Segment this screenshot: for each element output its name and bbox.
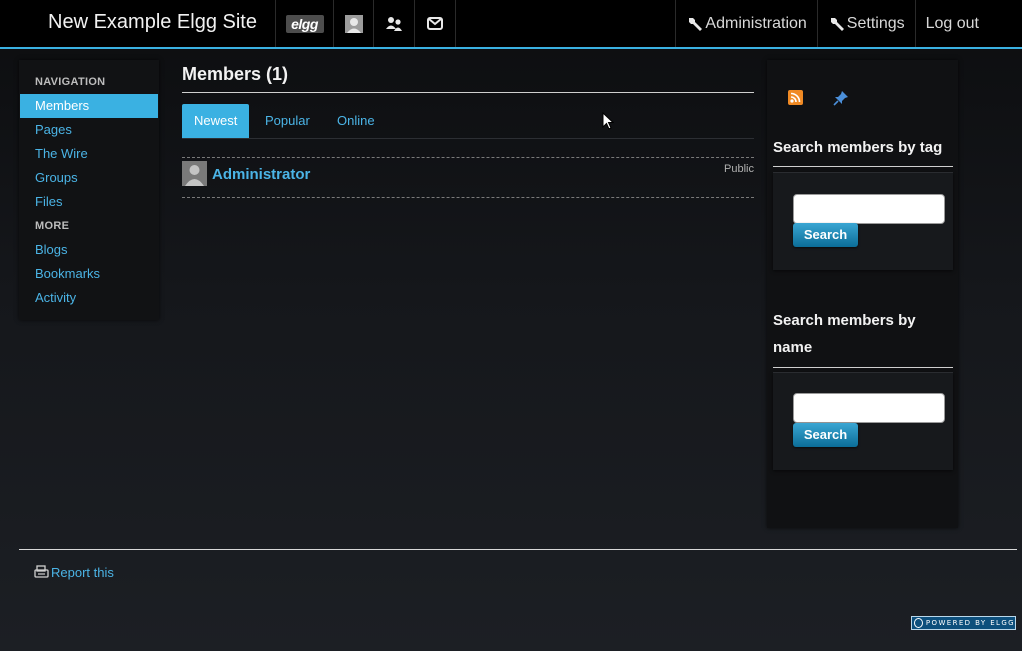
- topbar-left-menu: elgg: [275, 0, 456, 47]
- name-search-button[interactable]: Search: [793, 423, 858, 447]
- topbar-right-menu: Administration Settings Log out: [675, 0, 989, 47]
- settings-link[interactable]: Settings: [816, 0, 915, 47]
- sidebar-item-activity[interactable]: Activity: [20, 286, 158, 310]
- more-heading: MORE: [35, 220, 70, 232]
- sidebar-item-pages[interactable]: Pages: [20, 118, 158, 142]
- administration-label: Administration: [705, 14, 807, 32]
- user-silhouette-icon: [182, 161, 207, 186]
- tag-search-heading: Search members by tag: [773, 139, 943, 156]
- report-icon: [34, 565, 49, 578]
- members-tabs: Newest Popular Online: [182, 104, 754, 139]
- rss-icon: [788, 90, 803, 105]
- logout-link[interactable]: Log out: [914, 0, 989, 47]
- tab-popular[interactable]: Popular: [253, 104, 322, 138]
- elgg-badge-icon: [914, 618, 923, 628]
- elgg-logo-button[interactable]: elgg: [275, 0, 333, 47]
- navigation-heading: NAVIGATION: [35, 76, 106, 88]
- elgg-logo-icon: elgg: [285, 14, 324, 33]
- profile-button[interactable]: [333, 0, 373, 47]
- name-search-divider: [773, 367, 953, 368]
- rss-button[interactable]: [788, 90, 803, 110]
- friends-icon: [386, 16, 402, 31]
- powered-by-label: POWERED BY ELGG: [925, 619, 1015, 627]
- member-access-level: Public: [724, 163, 754, 175]
- wrench-icon: [830, 17, 844, 31]
- report-this-label: Report this: [51, 565, 114, 580]
- sidebar-item-blogs[interactable]: Blogs: [20, 238, 158, 262]
- tag-search-input[interactable]: [793, 194, 945, 224]
- sidebar-item-members[interactable]: Members: [20, 94, 158, 118]
- top-bar: New Example Elgg Site elgg Administratio…: [0, 0, 1022, 49]
- tab-newest[interactable]: Newest: [182, 104, 250, 138]
- tag-search-divider: [773, 166, 953, 167]
- sidebar-item-bookmarks[interactable]: Bookmarks: [20, 262, 158, 286]
- powered-by-elgg-badge[interactable]: POWERED BY ELGG: [911, 616, 1016, 630]
- name-search-form: Search: [773, 372, 953, 470]
- sidebar-item-groups[interactable]: Groups: [20, 166, 158, 190]
- title-divider: [182, 92, 754, 93]
- member-name-link[interactable]: Administrator: [212, 166, 310, 183]
- wrench-icon: [689, 17, 703, 31]
- name-search-heading-line1: Search members by: [773, 312, 916, 329]
- messages-icon: [427, 17, 443, 30]
- report-this-link[interactable]: Report this: [33, 565, 114, 580]
- sidebar-item-the-wire[interactable]: The Wire: [20, 142, 158, 166]
- page-title: Members (1): [182, 64, 289, 84]
- pin-icon: [833, 91, 848, 106]
- tag-search-form: Search: [773, 172, 953, 270]
- logout-label: Log out: [925, 14, 979, 32]
- member-list-item: Administrator Public: [182, 157, 754, 198]
- site-title[interactable]: New Example Elgg Site: [48, 11, 257, 34]
- settings-label: Settings: [846, 14, 905, 32]
- member-avatar[interactable]: [182, 161, 207, 186]
- mouse-cursor-icon: [602, 112, 614, 130]
- messages-button[interactable]: [414, 0, 456, 47]
- left-sidebar: NAVIGATION Members Pages The Wire Groups…: [19, 60, 159, 320]
- name-search-heading: Search members by name: [773, 307, 953, 361]
- pin-button[interactable]: [833, 90, 849, 111]
- tag-search-button[interactable]: Search: [793, 223, 858, 247]
- sidebar-item-files[interactable]: Files: [20, 190, 158, 214]
- footer-divider: [19, 549, 1017, 550]
- administration-link[interactable]: Administration: [675, 0, 816, 47]
- right-sidebar: Search members by tag Search Search memb…: [767, 60, 958, 528]
- user-avatar-icon: [344, 14, 363, 33]
- name-search-input[interactable]: [793, 393, 945, 423]
- friends-button[interactable]: [373, 0, 414, 47]
- tab-online[interactable]: Online: [325, 104, 387, 138]
- name-search-heading-line2: name: [773, 339, 813, 356]
